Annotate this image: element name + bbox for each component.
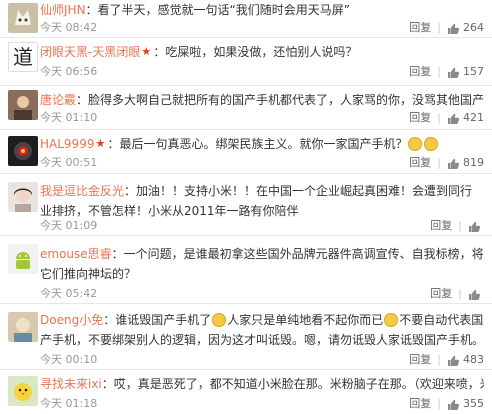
thumbs-up-icon: [469, 221, 481, 232]
comment-item: HAL9999★ ：最后一句真恶心。绑架民族主义。就你一家国产手机？ 今天 00:…: [0, 130, 492, 174]
comment-time: 今天 01:18: [40, 397, 98, 410]
thumbs-up-icon: [448, 355, 460, 366]
reply-button[interactable]: 回复: [409, 20, 431, 36]
like-button[interactable]: 157: [447, 64, 484, 80]
smiley-emoji-icon: [408, 137, 423, 151]
comment-text: ：吃屎啦，如果没做，还怕别人说吗？: [153, 45, 358, 59]
like-button[interactable]: [468, 220, 484, 233]
vip-star-icon: ★: [95, 137, 106, 150]
username-link[interactable]: Doeng小免: [40, 313, 103, 327]
thumbs-up-icon: [448, 158, 460, 169]
comment-time: 今天 00:10: [40, 353, 98, 366]
thumbs-up-icon: [448, 113, 460, 124]
like-button[interactable]: 355: [447, 396, 484, 412]
hal-eye-avatar-icon[interactable]: [8, 136, 38, 166]
comment-text: ：看了半天，感觉就一句话“我们随时会用天马屏”: [85, 3, 350, 17]
like-count: 421: [463, 111, 484, 124]
avatar-glyph: 道: [13, 45, 33, 69]
smiley-emoji-icon: [424, 137, 439, 151]
divider: |: [437, 397, 441, 410]
like-count: 157: [463, 65, 484, 78]
comment-time: 今天 06:56: [40, 65, 98, 78]
like-count: 264: [463, 21, 484, 34]
comment-time: 今天 00:51: [40, 156, 98, 169]
fox-avatar-icon[interactable]: [8, 3, 38, 33]
like-button[interactable]: 421: [447, 110, 484, 126]
reply-button[interactable]: 回复: [409, 64, 431, 80]
divider: |: [437, 353, 441, 366]
vip-star-icon: ★: [141, 45, 152, 58]
username-link[interactable]: 仙师JHN: [40, 3, 86, 17]
comment-text: ：哎，真是恶死了，都不知道小米脸在那。米粉脑子在那。（欢迎来喷，米狗们）: [101, 377, 484, 391]
thumbs-up-icon: [448, 67, 460, 78]
comment-text: ：谁诋毁国产手机了: [103, 313, 212, 327]
divider: |: [437, 156, 441, 169]
comment-time: 今天 01:09: [40, 219, 98, 232]
reply-button[interactable]: 回复: [409, 155, 431, 171]
thumbs-up-icon: [448, 399, 460, 410]
reply-button[interactable]: 回复: [409, 396, 431, 412]
girl-avatar-icon[interactable]: [8, 182, 38, 212]
comment-text: ：最后一句真恶心。绑架民族主义。就你一家国产手机？: [107, 137, 408, 151]
divider: |: [458, 219, 462, 232]
username-link[interactable]: 唐论霰: [40, 93, 76, 107]
username-link[interactable]: 我是逗比金反光: [40, 184, 124, 198]
divider: |: [437, 21, 441, 34]
comment-item: 道 闭眼天黑-天黑闭眼★ ：吃屎啦，如果没做，还怕别人说吗？ 今天 06:56 回…: [0, 38, 492, 86]
reply-button[interactable]: 回复: [430, 218, 452, 234]
comment-item: 寻找未来ixi：哎，真是恶死了，都不知道小米脸在那。米粉脑子在那。（欢迎来喷，米…: [0, 370, 492, 414]
portrait-avatar-icon[interactable]: [8, 90, 38, 120]
reply-button[interactable]: 回复: [409, 110, 431, 126]
comment-time: 今天 05:42: [40, 287, 98, 300]
thumbs-up-icon: [469, 289, 481, 300]
like-count: 819: [463, 156, 484, 169]
divider: |: [458, 287, 462, 300]
like-button[interactable]: 264: [447, 20, 484, 36]
username-link[interactable]: emouse思睿: [40, 247, 112, 261]
comment-time: 今天 08:42: [40, 21, 98, 34]
comment-item: 仙师JHN：看了半天，感觉就一句话“我们随时会用天马屏” 今天 08:42 回复…: [0, 0, 492, 38]
dao-character-avatar-icon[interactable]: 道: [8, 42, 38, 72]
comment-text: 人家只是单纯地看不起你而已: [227, 313, 384, 327]
chick-avatar-icon[interactable]: [8, 376, 38, 406]
username-link[interactable]: 寻找未来ixi: [40, 377, 102, 391]
like-button[interactable]: 819: [447, 155, 484, 171]
reply-button[interactable]: 回复: [430, 286, 452, 302]
comment-text: ：脸得多大啊自己就把所有的国产手机都代表了，人家骂的你，没骂其他国产手机: [76, 93, 484, 107]
comment-item: 我是逗比金反光：加油！！支持小米！！在中国一个企业崛起真困难！会遭到同行业排挤，…: [0, 174, 492, 236]
comment-list: 仙师JHN：看了半天，感觉就一句话“我们随时会用天马屏” 今天 08:42 回复…: [0, 0, 492, 414]
smiley-emoji-icon: [384, 313, 399, 327]
comment-item: Doeng小免：谁诋毁国产手机了 人家只是单纯地看不起你而已 不要自动代表国产手机，…: [0, 304, 492, 370]
android-avatar-icon[interactable]: [8, 244, 38, 274]
comment-time: 今天 01:10: [40, 111, 98, 124]
mixed-avatar-icon[interactable]: [8, 312, 38, 342]
like-button[interactable]: [468, 288, 484, 301]
like-count: 355: [463, 397, 484, 410]
divider: |: [437, 65, 441, 78]
divider: |: [437, 111, 441, 124]
username-link[interactable]: HAL9999: [40, 137, 94, 151]
reply-button[interactable]: 回复: [409, 352, 431, 368]
like-button[interactable]: 483: [447, 352, 484, 368]
like-count: 483: [463, 353, 484, 366]
thumbs-up-icon: [448, 23, 460, 34]
comment-item: emouse思睿：一个问题，是谁最初拿这些国外品牌元器件高调宣传、自我标榜，将它…: [0, 236, 492, 304]
username-link[interactable]: 闭眼天黑-天黑闭眼: [40, 45, 140, 59]
smiley-emoji-icon: [212, 313, 227, 327]
comment-item: 唐论霰：脸得多大啊自己就把所有的国产手机都代表了，人家骂的你，没骂其他国产手机 …: [0, 86, 492, 130]
